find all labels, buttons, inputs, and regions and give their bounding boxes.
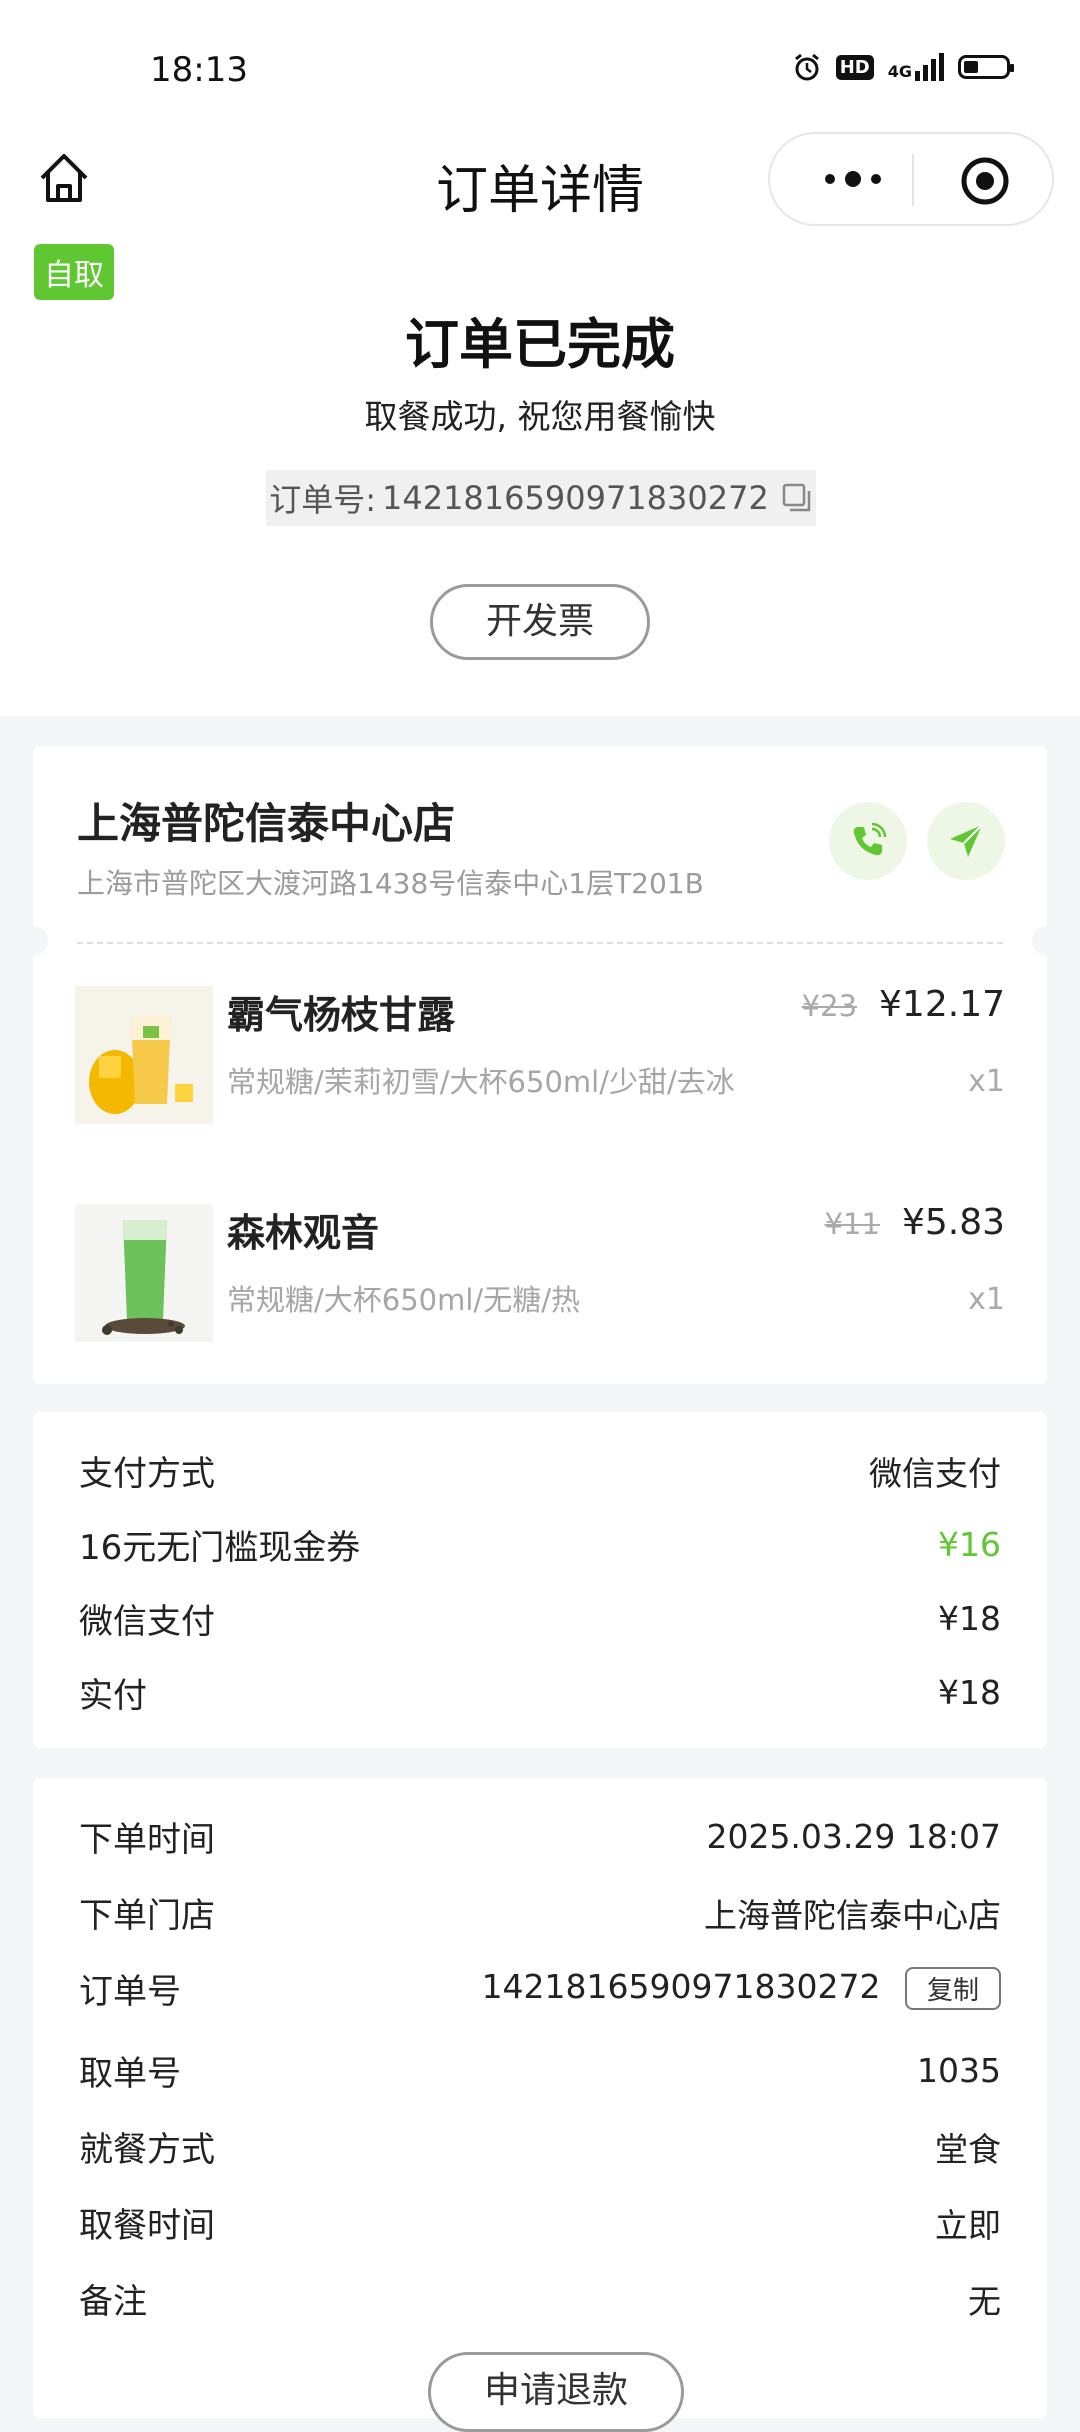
dining-method-row: 就餐方式 堂食 [79,2122,1001,2171]
order-detail-card: 下单时间 2025.03.29 18:07 下单门店 上海普陀信泰中心店 订单号… [33,1778,1047,2432]
row-value: ¥18 [938,1673,1001,1712]
dashed-divider [77,942,1003,944]
actual-paid-row: 实付 ¥18 [79,1668,1001,1717]
order-number: 1421816590971830272 [481,1967,881,2006]
remark-row: 备注 无 [79,2274,1001,2323]
store-order-card: 上海普陀信泰中心店 上海市普陀区大渡河路1438号信泰中心1层T201B 霸气杨… [18,746,1062,1384]
payment-method-row: 支付方式 微信支付 [79,1446,1001,1495]
coupon-row: 16元无门槛现金券 ¥16 [79,1520,1001,1569]
product-price: ¥23 ¥12.17 [802,984,1005,1025]
row-value: ¥16 [938,1525,1001,1564]
status-time: 18:13 [150,50,248,90]
row-label: 取餐时间 [79,2206,215,2246]
row-label: 16元无门槛现金券 [79,1528,361,1568]
product-options: 常规糖/茉莉初雪/大杯650ml/少甜/去冰 [227,1065,735,1099]
store-address: 上海市普陀区大渡河路1438号信泰中心1层T201B [77,867,704,900]
navigate-button[interactable] [927,802,1005,880]
refund-button[interactable]: 申请退款 [428,2352,684,2432]
capsule-divider [912,154,914,206]
row-value: 1421816590971830272 复制 [482,1967,1001,2010]
product-price: ¥11 ¥5.83 [825,1202,1005,1243]
signal-icon: 4G [888,53,944,81]
row-value: 上海普陀信泰中心店 [704,1895,1001,1935]
row-value: 立即 [935,2205,1001,2245]
pickup-time-row: 取餐时间 立即 [79,2198,1001,2247]
pickup-tag: 自取 [34,244,114,300]
original-price: ¥11 [824,1207,880,1241]
alarm-icon [794,53,819,81]
hd-icon: HD [835,54,874,80]
invoice-button[interactable]: 开发票 [430,584,650,660]
navigation-icon [950,824,983,857]
row-label: 订单号 [79,1972,181,2012]
close-mini-program-icon[interactable] [960,156,1010,206]
row-label: 就餐方式 [79,2130,215,2170]
payment-card: 支付方式 微信支付 16元无门槛现金券 ¥16 微信支付 ¥18 实付 ¥18 [33,1412,1047,1748]
product-image-mango[interactable] [75,986,213,1124]
status-icons: HD 4G [792,52,1014,82]
order-store-row: 下单门店 上海普陀信泰中心店 [79,1888,1001,1937]
wechat-pay-row: 微信支付 ¥18 [79,1594,1001,1643]
store-name: 上海普陀信泰中心店 [77,799,456,848]
row-label: 实付 [79,1676,147,1716]
order-number-label: 订单号: [269,481,376,519]
current-price: ¥12.17 [879,984,1005,1025]
card-notch-right [1032,926,1062,956]
row-label: 下单门店 [79,1896,215,1936]
battery-icon [958,55,1014,79]
order-time-row: 下单时间 2025.03.29 18:07 [79,1812,1001,1861]
row-value: 1035 [917,2051,1001,2090]
mini-program-capsule [768,132,1054,226]
original-price: ¥23 [801,989,858,1023]
current-price: ¥5.83 [901,1202,1005,1243]
row-label: 备注 [79,2282,147,2322]
row-value: ¥18 [938,1599,1001,1638]
copy-order-number-button[interactable]: 复制 [904,1967,1001,2010]
order-number: 1421816590971830272 [381,479,769,517]
order-status-subtitle: 取餐成功, 祝您用餐愉快 [364,397,716,436]
order-number-box[interactable]: 订单号: 1421816590971830272 [266,470,816,526]
order-status-header: 18:13 HD 4G 订单详情 自取 订单已完成 取餐成功, 祝您用餐愉快 订… [0,0,1080,716]
product-image-green-tea[interactable] [75,1204,213,1342]
row-label: 支付方式 [79,1454,215,1494]
order-number-row: 订单号 1421816590971830272 复制 [79,1964,1001,2013]
more-icon[interactable] [808,156,898,202]
product-quantity: x1 [968,1064,1005,1099]
row-value: 2025.03.29 18:07 [706,1817,1001,1856]
product-options: 常规糖/大杯650ml/无糖/热 [227,1283,580,1317]
copy-icon[interactable] [781,482,813,514]
call-store-button[interactable] [829,802,907,880]
product-name: 霸气杨枝甘露 [227,993,456,1037]
row-label: 微信支付 [79,1602,215,1642]
row-value: 无 [968,2281,1001,2321]
product-quantity: x1 [968,1282,1005,1317]
order-status-title: 订单已完成 [405,313,675,376]
row-value: 堂食 [935,2129,1001,2169]
network-type: 4G [887,62,912,81]
row-label: 取单号 [79,2054,181,2094]
product-name: 森林观音 [227,1211,380,1255]
pickup-number-row: 取单号 1035 [79,2046,1001,2095]
row-value: 微信支付 [869,1453,1001,1493]
row-label: 下单时间 [79,1820,215,1860]
phone-icon [853,822,887,856]
card-notch-left [18,926,48,956]
